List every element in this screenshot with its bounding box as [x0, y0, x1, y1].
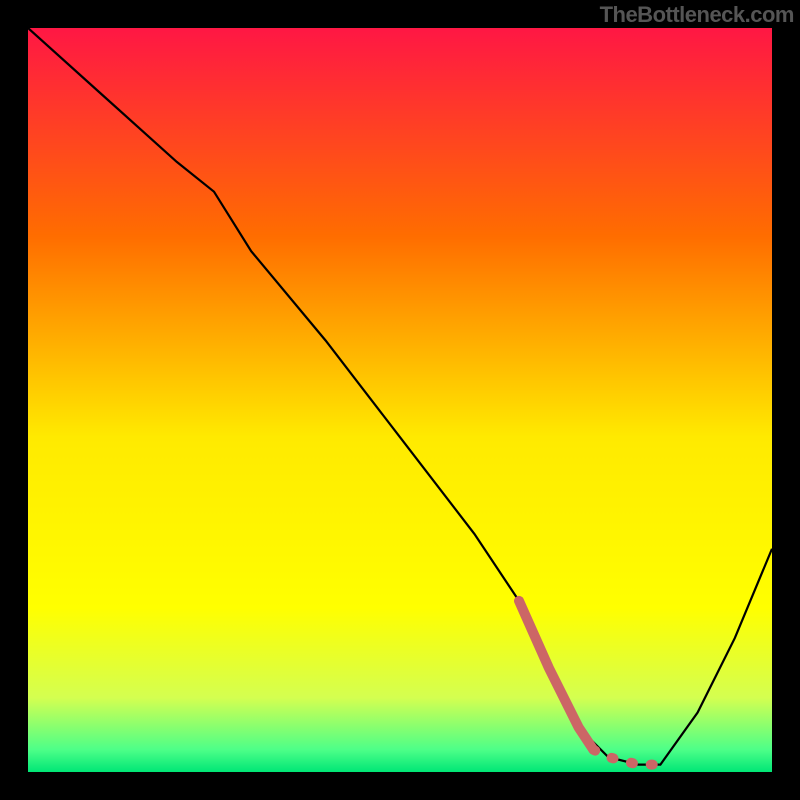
- chart-area: [28, 28, 772, 772]
- chart-svg: [28, 28, 772, 772]
- watermark-text: TheBottleneck.com: [600, 2, 794, 28]
- chart-background: [28, 28, 772, 772]
